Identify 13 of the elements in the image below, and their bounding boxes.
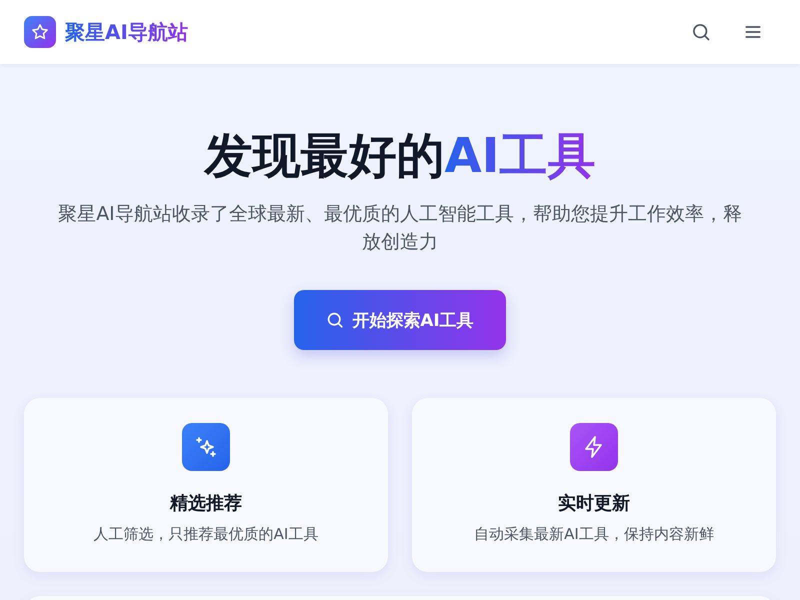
feature-description: 人工筛选，只推荐最优质的AI工具 <box>94 525 318 544</box>
star-logo-icon <box>24 16 56 48</box>
feature-description: 自动采集最新AI工具，保持内容新鲜 <box>474 525 714 544</box>
lightning-icon <box>570 423 618 471</box>
sparkles-icon <box>182 423 230 471</box>
feature-title: 实时更新 <box>558 492 630 515</box>
explore-button[interactable]: 开始探索AI工具 <box>294 290 506 350</box>
search-icon[interactable] <box>691 22 711 42</box>
hero-subtitle: 聚星AI导航站收录了全球最新、最优质的人工智能工具，帮助您提升工作效率，释放创造力 <box>57 202 743 255</box>
site-name[interactable]: 聚星AI导航站 <box>65 18 188 46</box>
search-icon <box>326 311 344 329</box>
hero-title: 发现最好的AI工具 <box>202 127 596 186</box>
feature-title: 精选推荐 <box>170 492 242 515</box>
